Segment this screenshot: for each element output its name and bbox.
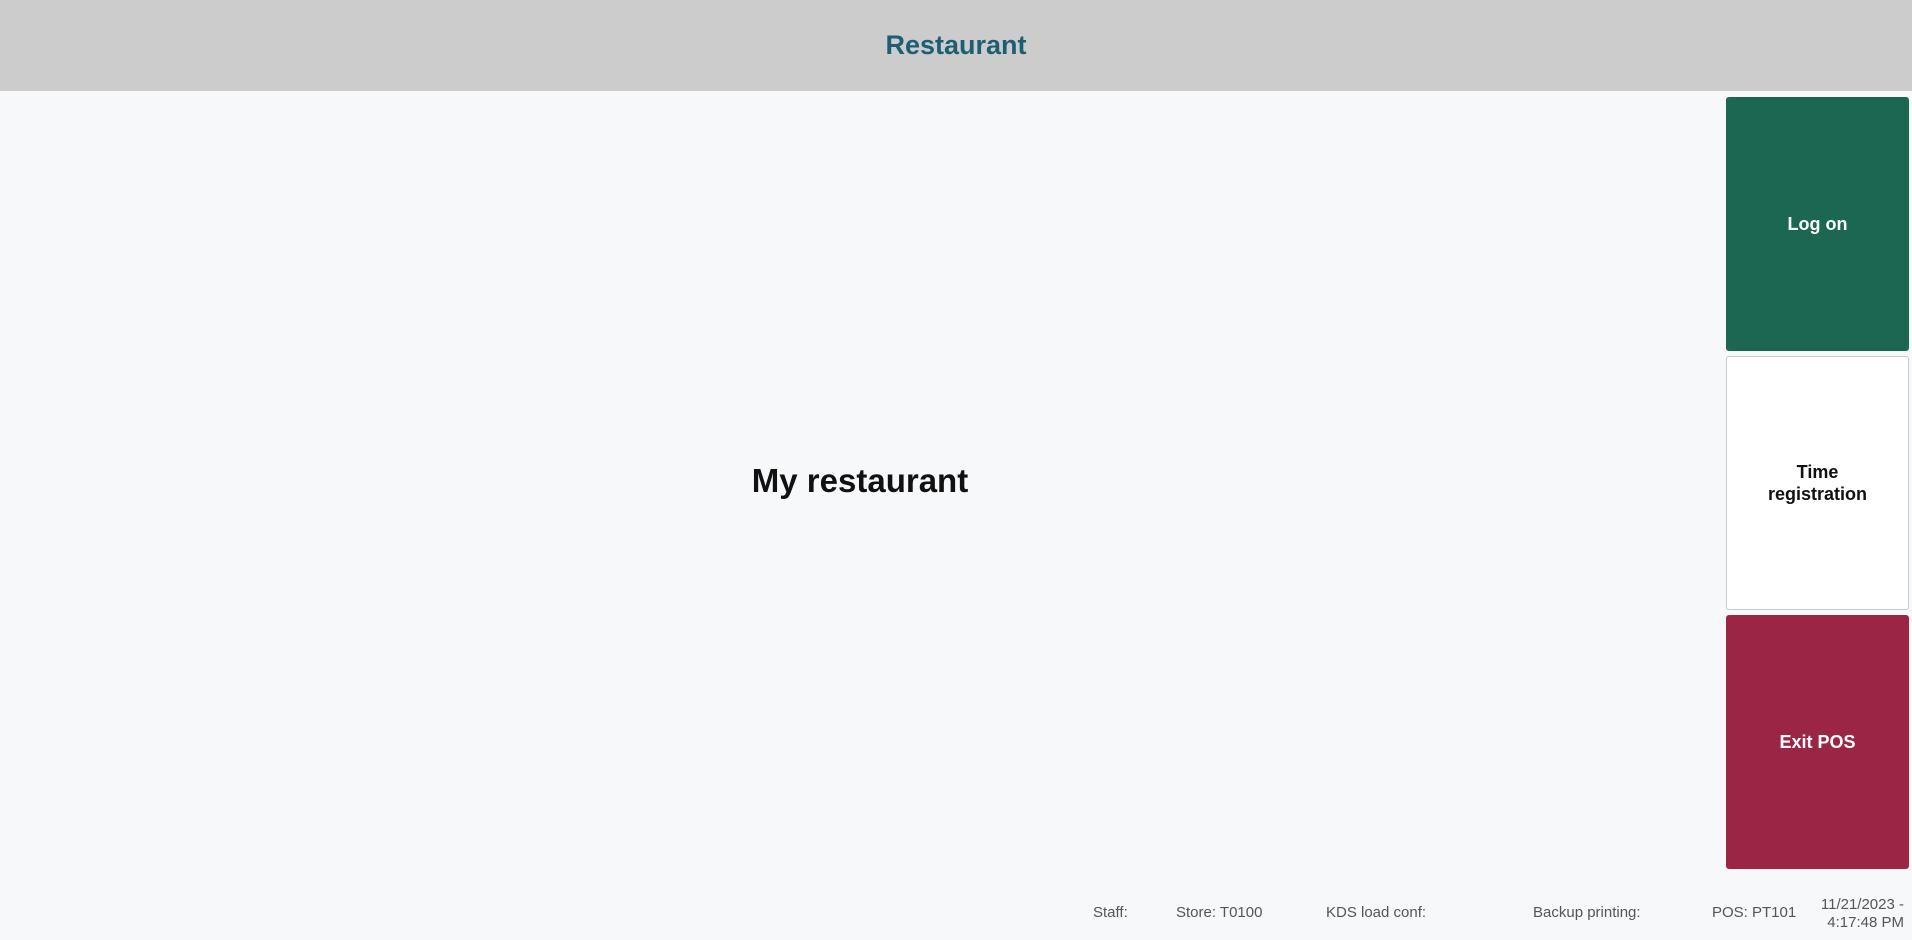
status-bar: Staff: Store: T0100 KDS load conf: Backu…	[0, 894, 1912, 940]
action-panel: Log on Time registration Exit POS	[1726, 97, 1909, 874]
header-bar: Restaurant	[0, 0, 1912, 91]
pos-app: Restaurant My restaurant Log on Time reg…	[0, 0, 1912, 940]
status-backup-printing: Backup printing:	[1533, 904, 1641, 921]
restaurant-title: My restaurant	[751, 462, 969, 499]
status-datetime: 11/21/2023 - 4:17:48 PM	[1800, 896, 1904, 932]
status-time: 4:17:48 PM	[1827, 914, 1904, 931]
status-staff: Staff:	[1093, 904, 1128, 921]
status-kds-load-conf: KDS load conf:	[1326, 904, 1427, 921]
status-date: 11/21/2023 -	[1820, 896, 1904, 913]
exit-pos-button[interactable]: Exit POS	[1726, 615, 1909, 869]
header-title: Restaurant	[885, 30, 1027, 60]
main-area: My restaurant	[0, 91, 1720, 871]
status-store: Store: T0100	[1176, 904, 1263, 921]
time-registration-button[interactable]: Time registration	[1726, 356, 1909, 610]
status-pos: POS: PT101	[1712, 904, 1797, 921]
log-on-button[interactable]: Log on	[1726, 97, 1909, 351]
